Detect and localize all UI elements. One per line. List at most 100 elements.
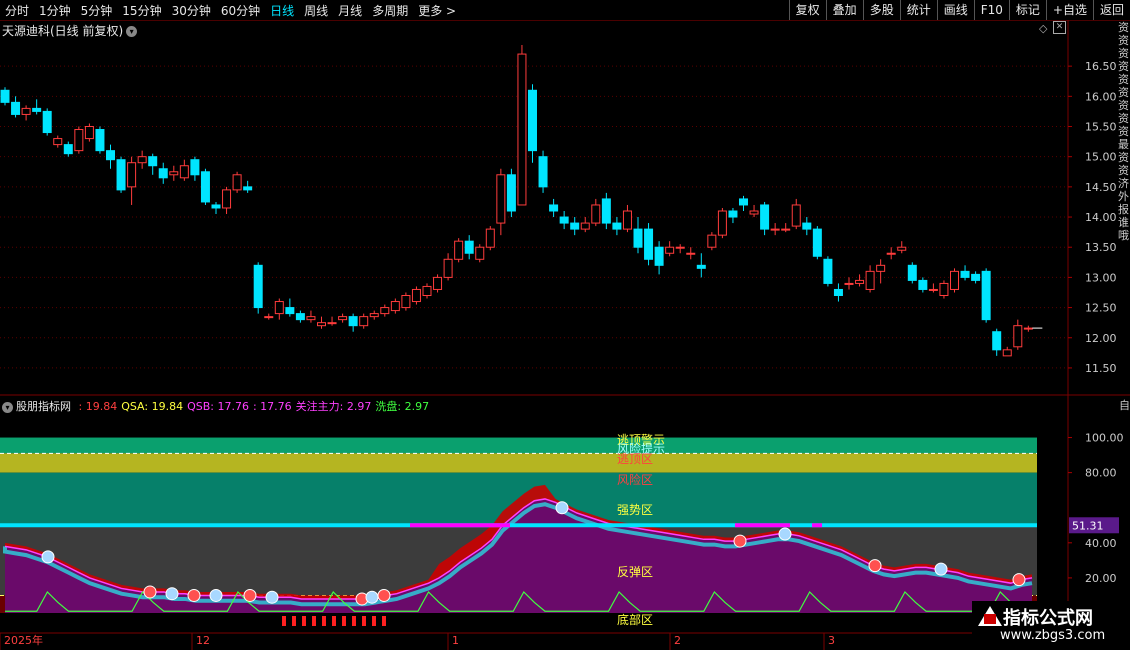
chevron-down-icon[interactable]: ▾ bbox=[2, 401, 13, 413]
red-dash-mark bbox=[302, 616, 306, 626]
candle-down bbox=[907, 264, 917, 281]
candle-down bbox=[528, 89, 537, 152]
candle-down bbox=[971, 273, 981, 281]
toolbar-button-8[interactable]: 返回 bbox=[1092, 0, 1130, 20]
toolbar-button-5[interactable]: F10 bbox=[973, 0, 1009, 20]
candle-up bbox=[770, 228, 780, 231]
toolbar-button-6[interactable]: 标记 bbox=[1008, 0, 1046, 20]
y-tick-label: 12.00 bbox=[1085, 332, 1117, 345]
candle-up bbox=[137, 156, 147, 164]
tab-2[interactable]: 5分钟 bbox=[76, 2, 118, 19]
indicator-tick-label: 100.00 bbox=[1085, 432, 1124, 445]
tab-9[interactable]: 多周期 bbox=[367, 2, 413, 19]
y-tick-label: 14.00 bbox=[1085, 211, 1117, 224]
toolbar-button-7[interactable]: +自选 bbox=[1045, 0, 1093, 20]
red-signal-ball bbox=[733, 534, 747, 548]
red-dash-mark bbox=[352, 616, 356, 626]
candle-up bbox=[390, 301, 400, 312]
chart-canvas[interactable]: 16.50 16.00 15.50 15.00 14.50 14.00 13.50 13.00… bbox=[0, 20, 1130, 650]
indicator-field-4: 关注主力: 2.97 bbox=[295, 400, 372, 413]
tab-3[interactable]: 15分钟 bbox=[117, 2, 166, 19]
candle-down bbox=[654, 246, 664, 266]
candle-up bbox=[21, 107, 31, 115]
indicator-field-1: QSA: 19.84 bbox=[121, 400, 184, 413]
candle-down bbox=[644, 228, 654, 260]
blue-signal-ball bbox=[365, 590, 379, 604]
candle-up bbox=[950, 270, 959, 290]
candle-up bbox=[1013, 325, 1023, 348]
red-signal-ball bbox=[868, 559, 882, 573]
tab-4[interactable]: 30分钟 bbox=[167, 2, 216, 19]
candle-down bbox=[253, 264, 263, 309]
candle-up bbox=[855, 279, 865, 284]
red-dash-mark bbox=[362, 616, 366, 626]
tab-7[interactable]: 周线 bbox=[299, 2, 333, 19]
tab-10[interactable]: 更多 > bbox=[413, 2, 461, 19]
y-tick-label: 12.50 bbox=[1085, 302, 1117, 315]
tab-5[interactable]: 60分钟 bbox=[216, 2, 265, 19]
candle-up bbox=[222, 189, 232, 209]
candle-down bbox=[960, 270, 970, 278]
candle-up bbox=[844, 282, 854, 285]
period-tabs: 分时 1分钟 5分钟 15分钟 30分钟 60分钟 日线 周线 月线 多周期 更多 > bbox=[0, 0, 461, 20]
candle-up bbox=[454, 240, 464, 260]
candle-down bbox=[464, 240, 474, 254]
candle-down bbox=[612, 222, 622, 230]
top-toolbar: 分时 1分钟 5分钟 15分钟 30分钟 60分钟 日线 周线 月线 多周期 更多 > 复权 叠加 多股… bbox=[0, 0, 1130, 21]
candle-down bbox=[549, 204, 559, 212]
candle-up bbox=[791, 204, 801, 227]
y-tick-label: 16.00 bbox=[1085, 90, 1117, 103]
candle-down bbox=[739, 198, 748, 206]
blue-signal-ball bbox=[778, 527, 792, 541]
watermark-title: 指标公式网 bbox=[1003, 608, 1093, 629]
escape-top-zone bbox=[0, 437, 1037, 454]
blue-signal-ball bbox=[934, 562, 948, 576]
candle-down bbox=[106, 150, 115, 161]
candle-up bbox=[707, 234, 717, 248]
candle-down bbox=[506, 174, 516, 212]
candle-down bbox=[116, 159, 126, 191]
indicator-tick-label: 40.00 bbox=[1085, 537, 1117, 550]
blue-signal-ball bbox=[209, 588, 223, 602]
candle-up bbox=[485, 228, 495, 248]
toolbar-button-0[interactable]: 复权 bbox=[788, 0, 826, 20]
indicator-field-0: : 19.84 bbox=[78, 400, 118, 413]
candle-down bbox=[211, 204, 221, 209]
tab-8[interactable]: 月线 bbox=[333, 2, 367, 19]
tab-6[interactable]: 日线 bbox=[265, 2, 299, 19]
candle-down bbox=[992, 331, 1002, 351]
candle-up bbox=[675, 246, 685, 249]
toolbar-button-1[interactable]: 叠加 bbox=[825, 0, 863, 20]
candle-up bbox=[179, 165, 189, 179]
zone-label: 反弹区 bbox=[617, 565, 653, 579]
indicator-name: 股朋指标网 bbox=[16, 400, 71, 413]
zone-label: 底部区 bbox=[617, 612, 653, 627]
indicator-title-bar: ▾ 股朋指标网 : 19.84 QSA: 19.84 QSB: 17.76: 17.7… bbox=[2, 398, 433, 414]
candle-down bbox=[158, 168, 168, 179]
red-dash-mark bbox=[372, 616, 376, 626]
toolbar-button-3[interactable]: 统计 bbox=[899, 0, 937, 20]
candle-down bbox=[42, 110, 52, 134]
tab-1[interactable]: 1分钟 bbox=[34, 2, 76, 19]
candle-up bbox=[686, 252, 696, 255]
toolbar-button-4[interactable]: 画线 bbox=[936, 0, 974, 20]
candle-down bbox=[833, 288, 843, 297]
red-signal-ball bbox=[143, 585, 157, 599]
red-dash-mark bbox=[322, 616, 326, 626]
current-value-label: 51.31 bbox=[1072, 519, 1104, 532]
candle-up bbox=[717, 210, 727, 236]
blue-signal-ball bbox=[165, 587, 179, 601]
tab-0[interactable]: 分时 bbox=[0, 2, 34, 19]
candle-down bbox=[601, 198, 611, 224]
y-tick-label: 15.00 bbox=[1085, 151, 1117, 164]
candle-up bbox=[897, 246, 907, 251]
house-logo-door bbox=[984, 614, 996, 624]
watermark-url: www.zbgs3.com bbox=[1000, 628, 1106, 643]
indicator-field-3: : 17.76 bbox=[252, 400, 292, 413]
candle-up bbox=[338, 316, 348, 321]
candle-down bbox=[95, 129, 105, 152]
candle-up bbox=[939, 282, 949, 296]
indicator-right-text: 自交 bbox=[1119, 398, 1130, 412]
toolbar-button-2[interactable]: 多股 bbox=[862, 0, 900, 20]
candle-up bbox=[369, 313, 379, 318]
